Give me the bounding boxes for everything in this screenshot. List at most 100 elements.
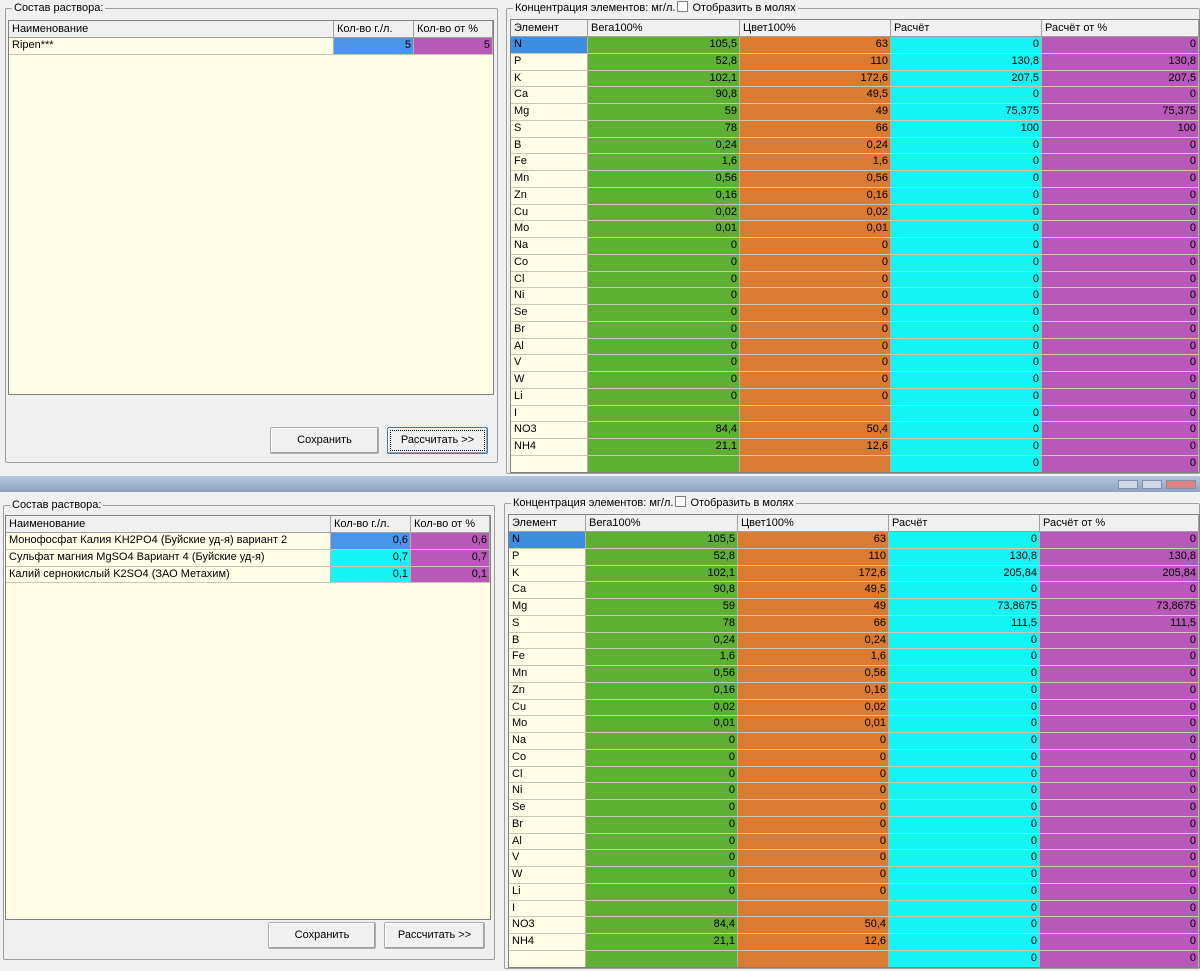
calc-cell[interactable]: 75,375 <box>891 104 1042 121</box>
vega-cell[interactable]: 0,16 <box>588 187 740 205</box>
element-cell[interactable]: Zn <box>511 187 588 205</box>
table-row[interactable]: Калий сернокислый K2SO4 (ЗАО Метахим) 0,1… <box>6 566 490 584</box>
element-cell[interactable]: Mo <box>509 716 586 733</box>
tsvet-cell[interactable]: 0 <box>740 288 891 305</box>
tsvet-cell[interactable]: 0 <box>738 867 889 884</box>
element-cell[interactable]: Ni <box>509 783 586 800</box>
calc-pct-cell[interactable]: 0 <box>1040 934 1199 951</box>
vega-cell[interactable]: 0 <box>586 800 738 817</box>
element-cell[interactable]: Fe <box>511 154 588 171</box>
ingredient-qty[interactable]: 5 <box>334 38 414 55</box>
element-cell[interactable]: P <box>509 548 586 566</box>
table-row[interactable]: Br 0 0 0 0 <box>509 816 1199 834</box>
element-cell[interactable]: Mg <box>509 599 586 616</box>
table-row[interactable]: Na 0 0 0 0 <box>511 238 1199 255</box>
element-cell[interactable]: NO3 <box>509 917 586 934</box>
table-row[interactable]: Ca 90,8 49,5 0 0 <box>509 582 1199 599</box>
calc-cell[interactable]: 0 <box>889 934 1040 951</box>
table-row[interactable]: N 105,5 63 0 0 <box>511 37 1199 54</box>
solution-table-bottom[interactable]: Наименование Кол-во г./л. Кол-во от % Мо… <box>5 515 491 920</box>
calc-pct-cell[interactable]: 0 <box>1040 850 1199 867</box>
calc-pct-cell[interactable]: 0 <box>1040 632 1199 650</box>
element-cell[interactable]: Cl <box>511 271 588 289</box>
solution-table-top[interactable]: Наименование Кол-во г./л. Кол-во от % Ri… <box>8 20 494 395</box>
element-cell[interactable]: Li <box>511 388 588 406</box>
element-cell[interactable]: P <box>511 53 588 71</box>
col-header-qty[interactable]: Кол-во г./л. <box>331 516 411 532</box>
table-row[interactable]: Cl 0 0 0 0 <box>511 271 1199 289</box>
vega-cell[interactable]: 84,4 <box>586 917 738 934</box>
tsvet-cell[interactable] <box>740 405 891 423</box>
vega-cell[interactable]: 0,24 <box>588 137 740 155</box>
vega-cell[interactable]: 0 <box>588 338 740 356</box>
element-cell[interactable]: Ca <box>511 87 588 104</box>
calculate-button[interactable]: Рассчитать >> <box>384 922 485 949</box>
tsvet-cell[interactable]: 50,4 <box>738 917 889 934</box>
calc-pct-cell[interactable]: 0 <box>1042 238 1199 255</box>
vega-cell[interactable]: 78 <box>586 615 738 633</box>
table-row[interactable]: Cl 0 0 0 0 <box>509 766 1199 784</box>
vega-cell[interactable] <box>588 405 740 423</box>
table-row[interactable]: Li 0 0 0 0 <box>511 388 1199 406</box>
calc-cell[interactable]: 0 <box>889 950 1040 967</box>
calc-pct-cell[interactable]: 0 <box>1042 439 1199 456</box>
table-row[interactable]: S 78 66 100 100 <box>511 120 1199 138</box>
element-cell[interactable]: Li <box>509 883 586 901</box>
vega-cell[interactable]: 59 <box>586 599 738 616</box>
element-cell[interactable]: N <box>511 37 588 54</box>
calc-cell[interactable]: 73,8675 <box>889 599 1040 616</box>
calc-pct-cell[interactable]: 0 <box>1042 321 1199 339</box>
calc-pct-cell[interactable]: 0 <box>1040 716 1199 733</box>
element-cell[interactable]: K <box>509 565 586 583</box>
table-row[interactable]: K 102,1 172,6 205,84 205,84 <box>509 565 1199 583</box>
vega-cell[interactable]: 0 <box>586 850 738 867</box>
ingredient-pct[interactable]: 0,7 <box>411 549 490 567</box>
element-cell[interactable]: Al <box>509 833 586 851</box>
table-row[interactable]: V0000 <box>509 850 1199 867</box>
tsvet-cell[interactable]: 0,01 <box>740 221 891 238</box>
table-row[interactable]: Al 0 0 0 0 <box>509 833 1199 851</box>
element-cell[interactable]: Na <box>511 238 588 255</box>
element-cell[interactable]: S <box>511 120 588 138</box>
calc-pct-cell[interactable]: 0 <box>1040 699 1199 717</box>
calc-cell[interactable]: 0 <box>889 800 1040 817</box>
tsvet-cell[interactable]: 66 <box>740 120 891 138</box>
col-header-pct[interactable]: Кол-во от % <box>411 516 490 532</box>
element-cell[interactable]: B <box>509 632 586 650</box>
calc-cell[interactable]: 0 <box>891 271 1042 289</box>
calc-cell[interactable]: 0 <box>889 532 1040 549</box>
moles-checkbox[interactable] <box>675 496 687 507</box>
vega-cell[interactable]: 0,01 <box>586 716 738 733</box>
tsvet-cell[interactable]: 0,16 <box>738 682 889 700</box>
vega-cell[interactable]: 0 <box>588 372 740 389</box>
tsvet-cell[interactable]: 0,01 <box>738 716 889 733</box>
element-cell[interactable]: NH4 <box>509 934 586 951</box>
table-row[interactable]: W0000 <box>509 867 1199 884</box>
calc-cell[interactable]: 0 <box>891 388 1042 406</box>
vega-cell[interactable]: 0 <box>586 883 738 901</box>
vega-cell[interactable] <box>588 455 740 472</box>
tsvet-cell[interactable]: 49,5 <box>740 87 891 104</box>
vega-cell[interactable]: 0 <box>586 867 738 884</box>
calc-cell[interactable]: 0 <box>891 154 1042 171</box>
vega-cell[interactable]: 0,01 <box>588 221 740 238</box>
table-row[interactable]: Mn 0,56 0,56 0 0 <box>511 171 1199 188</box>
vega-cell[interactable]: 0,16 <box>586 682 738 700</box>
calc-cell[interactable]: 0 <box>891 439 1042 456</box>
calc-pct-cell[interactable]: 0 <box>1040 867 1199 884</box>
tsvet-cell[interactable] <box>738 950 889 967</box>
vega-cell[interactable]: 0 <box>588 254 740 272</box>
calc-pct-cell[interactable]: 205,84 <box>1040 565 1199 583</box>
vega-cell[interactable]: 0 <box>588 388 740 406</box>
vega-cell[interactable]: 105,5 <box>588 37 740 54</box>
tsvet-cell[interactable]: 66 <box>738 615 889 633</box>
table-row[interactable]: W0000 <box>511 372 1199 389</box>
calc-cell[interactable]: 0 <box>889 666 1040 683</box>
table-row[interactable]: Fe 1,6 1,6 0 0 <box>511 154 1199 171</box>
col-header-calc-pct[interactable]: Расчёт от % <box>1040 515 1199 531</box>
calc-cell[interactable]: 0 <box>891 37 1042 54</box>
calc-cell[interactable]: 0 <box>889 749 1040 767</box>
col-header-calc[interactable]: Расчёт <box>889 515 1040 531</box>
tsvet-cell[interactable]: 0 <box>738 766 889 784</box>
vega-cell[interactable]: 0,24 <box>586 632 738 650</box>
